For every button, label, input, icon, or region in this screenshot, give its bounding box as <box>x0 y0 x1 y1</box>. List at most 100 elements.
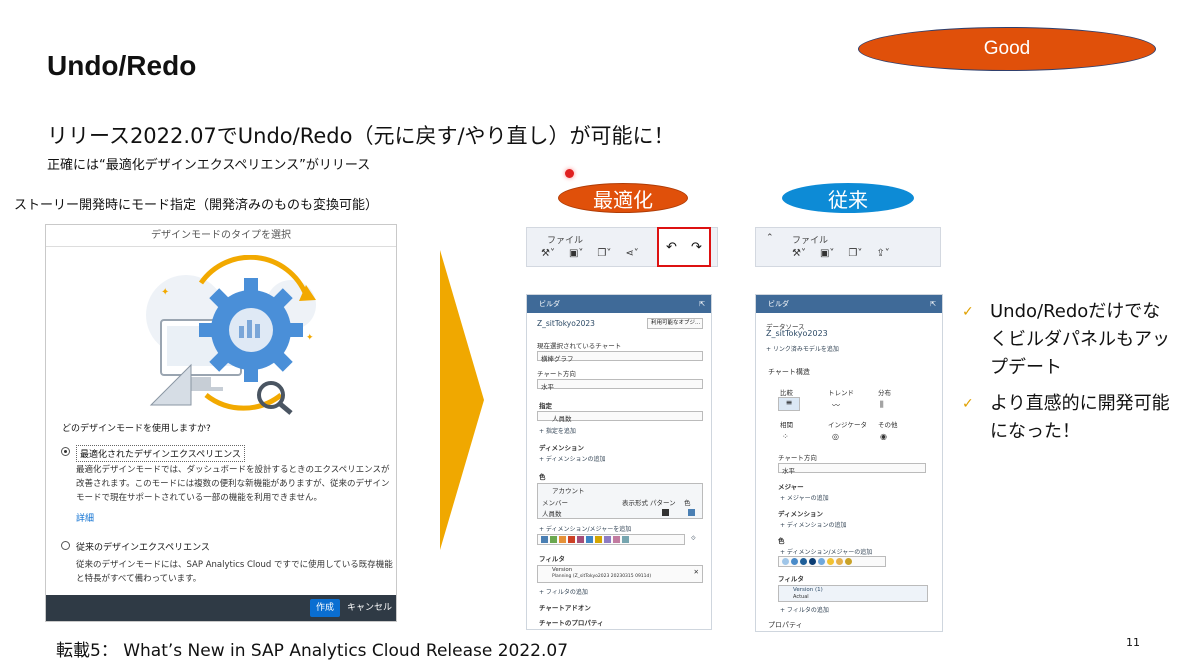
svg-text:✦: ✦ <box>161 287 169 298</box>
filter-remove-icon[interactable]: ✕ <box>694 568 699 576</box>
bullet-text: Undo/Redoだけでなくビルダパネルもアップデート <box>990 301 1170 378</box>
radio-classic[interactable] <box>61 541 70 550</box>
add-measure-link-classic[interactable]: + メジャーの追加 <box>780 493 829 502</box>
chart-addon-section[interactable]: チャートアドオン <box>539 602 591 612</box>
option-optimized-description: 最適化デザインモードでは、ダッシュボードを設計するときのエクスペリエンスが改善さ… <box>76 465 390 503</box>
redo-icon[interactable]: ↷ <box>691 240 702 255</box>
export-icon[interactable]: ⇪˅ <box>876 248 889 259</box>
model-name-classic: Z_sitTokyo2023 <box>766 329 828 338</box>
linked-models-link[interactable]: + リンク済みモデルを追加 <box>766 344 839 353</box>
dimension-section[interactable]: ディメンション <box>539 442 584 452</box>
undo-icon[interactable]: ↶ <box>666 240 677 255</box>
bullet-list: ✓ Undo/Redoだけでなくビルダパネルもアップデート ✓ より直感的に開発可能… <box>962 298 1177 454</box>
measures-section[interactable]: 指定 <box>539 400 552 410</box>
add-dimension-link-classic[interactable]: + ディメンションの追加 <box>780 520 847 529</box>
good-badge: Good <box>858 27 1156 71</box>
palette-edit-icon[interactable]: ⟐ <box>691 535 696 543</box>
properties-section[interactable]: プロパティ <box>768 620 803 630</box>
save-icon[interactable]: ▣˅ <box>569 248 583 259</box>
classic-collapse-icon[interactable]: ⌃ <box>766 233 774 243</box>
orientation-select[interactable]: 水平 <box>537 379 703 391</box>
headline: リリース2022.07でUndo/Redo（元に戻す/やり直し）が可能に！ <box>47 124 675 148</box>
save-icon[interactable]: ▣˅ <box>820 248 834 259</box>
check-icon: ✓ <box>962 396 974 412</box>
design-mode-dialog: デザインモードのタイプを選択 ✦ ✦ どのデザインモードを使用しますか? 最適化… <box>45 224 397 622</box>
current-chart-select[interactable]: 横棒グラフ <box>537 351 703 363</box>
file-menu-label-classic[interactable]: ファイル <box>792 233 828 246</box>
type-trend: トレンド <box>828 389 854 397</box>
color-swatch[interactable] <box>688 509 695 516</box>
share-icon[interactable]: ⋖˅ <box>625 248 638 259</box>
type-distribution: 分布 <box>878 389 891 397</box>
palette-swatch <box>782 558 789 565</box>
current-chart-value: 横棒グラフ <box>541 355 574 363</box>
model-name: Z_sitTokyo2023 <box>537 319 595 328</box>
orientation-value: 水平 <box>541 383 554 391</box>
option-optimized[interactable]: 最適化されたデザインエクスペリエンス <box>76 445 245 462</box>
palette-swatch <box>541 536 548 543</box>
pin-icon[interactable]: ⇱ <box>930 295 936 313</box>
measure-chip[interactable]: 人員数 <box>537 411 703 423</box>
bar-chart-type-button[interactable]: ≡ <box>778 397 800 411</box>
copy-icon[interactable]: ❐˅ <box>597 248 611 259</box>
copy-icon[interactable]: ❐˅ <box>848 248 862 259</box>
subline: 正確には“最適化デザインエクスペリエンス”がリリース <box>47 158 371 173</box>
bullet-text: より直感的に開発可能になった！ <box>990 393 1170 442</box>
chart-properties-section[interactable]: チャートのプロパティ <box>539 617 604 627</box>
file-menu-label[interactable]: ファイル <box>547 233 583 246</box>
orientation-label: チャート方向 <box>537 370 576 378</box>
color-section[interactable]: 色 <box>539 471 546 481</box>
chart-structure-section[interactable]: チャート構造 <box>768 367 810 377</box>
measures-label: メジャー <box>778 483 804 491</box>
option-classic[interactable]: 従来のデザインエクスペリエンス <box>76 540 210 553</box>
add-dimension-measure-link-classic[interactable]: + ディメンション/メジャーの追加 <box>780 547 872 556</box>
member-value: 人員数 <box>542 510 562 518</box>
add-dimension-measure-link[interactable]: + ディメンション/メジャーを追加 <box>539 524 631 533</box>
filter-chip[interactable]: Version Planning (Z_sitTokyo2023 2023031… <box>537 565 703 583</box>
palette-select-classic[interactable] <box>778 556 886 567</box>
type-correlation: 相関 <box>780 421 793 429</box>
gauge-icon[interactable]: ◎ <box>832 432 839 441</box>
filter-section[interactable]: フィルタ <box>539 553 565 563</box>
slide-title: Undo/Redo <box>47 50 197 81</box>
pin-icon[interactable]: ⇱ <box>699 295 705 313</box>
builder-header-classic: ビルダ ⇱ <box>756 295 942 313</box>
line-chart-icon[interactable]: 〰 <box>832 400 840 411</box>
tools-icon[interactable]: ⚒˅ <box>541 248 555 259</box>
builder-header: ビルダ ⇱ <box>527 295 711 313</box>
radio-optimized[interactable] <box>61 447 70 456</box>
histogram-icon[interactable]: ⫼ <box>880 400 884 410</box>
filter-chip-classic[interactable]: Version (1) Actual <box>778 585 928 602</box>
add-dimension-link[interactable]: + ディメンションの追加 <box>539 454 606 463</box>
dimension-label: ディメンション <box>778 510 824 518</box>
palette-swatch <box>577 536 584 543</box>
details-link[interactable]: 詳細 <box>76 511 94 524</box>
filter-value: Planning (Z_sitTokyo2023 20230315 0911d) <box>552 574 652 579</box>
donut-icon[interactable]: ◉ <box>880 432 887 441</box>
builder-header-label: ビルダ <box>539 300 560 308</box>
add-filter-link[interactable]: + フィルタの追加 <box>539 587 588 596</box>
pattern-col: パターン <box>650 499 676 507</box>
gear-illustration: ✦ ✦ <box>146 255 316 415</box>
account-label: アカウント <box>552 487 585 495</box>
dialog-footer: 作成 キャンセル <box>46 595 396 621</box>
palette-select[interactable] <box>537 534 685 545</box>
cancel-button[interactable]: キャンセル <box>347 599 392 617</box>
add-measure-link[interactable]: + 指定を追加 <box>539 426 576 435</box>
model-objects-button[interactable]: 利用可能なオブジ... <box>647 318 703 329</box>
filter-value-classic: Actual <box>793 594 809 600</box>
palette-swatch <box>604 536 611 543</box>
color-col: 色 <box>684 499 691 507</box>
orientation-select-classic[interactable]: 水平 <box>778 463 926 475</box>
scatter-icon[interactable]: ⁘ <box>782 432 789 441</box>
current-chart-label: 現在選択されているチャート <box>537 342 622 350</box>
builder-panel-optimized: ビルダ ⇱ Z_sitTokyo2023 利用可能なオブジ... 現在選択されてい… <box>526 294 712 630</box>
add-filter-link-classic[interactable]: + フィルタの追加 <box>780 605 829 614</box>
create-button[interactable]: 作成 <box>309 599 340 617</box>
palette-swatch <box>586 536 593 543</box>
tools-icon[interactable]: ⚒˅ <box>792 248 806 259</box>
palette-swatch <box>550 536 557 543</box>
member-col: メンバー <box>542 499 568 507</box>
classic-label: 従来 <box>782 183 914 213</box>
display-swatch[interactable] <box>662 509 669 516</box>
